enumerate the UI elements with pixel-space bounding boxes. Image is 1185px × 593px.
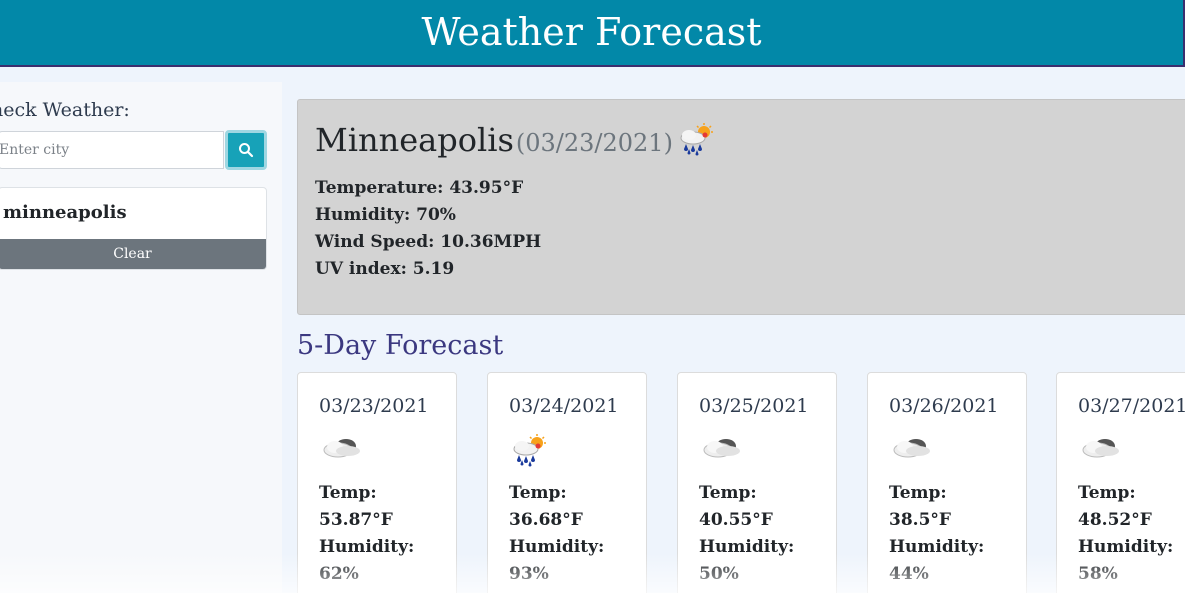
rain-sun-icon <box>677 122 717 160</box>
current-date: (03/23/2021) <box>515 129 673 157</box>
cloud-icon <box>700 433 744 467</box>
forecast-date: 03/24/2021 <box>509 395 619 417</box>
forecast-title: 5-Day Forecast <box>297 330 504 361</box>
current-weather-panel: Minneapolis (03/23/2021) Temperature: 43… <box>297 99 1185 315</box>
forecast-card: 03/24/2021 Temp: 36.68°F Humidity: 93% <box>487 372 647 593</box>
forecast-date: 03/25/2021 <box>699 395 809 417</box>
forecast-temp-label: Temp: <box>509 483 567 503</box>
forecast-humidity: 50% <box>699 564 739 584</box>
city-name: Minneapolis <box>315 121 514 159</box>
current-temperature: Temperature: 43.95°F <box>315 178 524 198</box>
current-uv-index: UV index: 5.19 <box>315 259 455 279</box>
forecast-temp: 48.52°F <box>1078 510 1152 530</box>
forecast-temp-label: Temp: <box>319 483 377 503</box>
forecast-temp: 38.5°F <box>889 510 951 530</box>
forecast-temp-label: Temp: <box>889 483 947 503</box>
forecast-humidity: 62% <box>319 564 359 584</box>
forecast-card: 03/26/2021 Temp: 38.5°F Humidity: 44% <box>867 372 1027 593</box>
clear-button[interactable]: Clear <box>0 239 266 269</box>
cloud-icon <box>890 433 934 467</box>
forecast-temp-label: Temp: <box>1078 483 1136 503</box>
forecast-humidity: 93% <box>509 564 549 584</box>
forecast-card: 03/27/2021 Temp: 48.52°F Humidity: 58% <box>1056 372 1185 593</box>
forecast-humidity-label: Humidity: <box>699 537 795 557</box>
forecast-temp: 53.87°F <box>319 510 393 530</box>
cloud-icon <box>320 433 364 467</box>
forecast-card: 03/25/2021 Temp: 40.55°F Humidity: 50% <box>677 372 837 593</box>
search-button[interactable] <box>225 130 267 170</box>
forecast-humidity: 58% <box>1078 564 1118 584</box>
forecast-date: 03/23/2021 <box>319 395 429 417</box>
forecast-humidity-label: Humidity: <box>1078 537 1174 557</box>
search-history: minneapolis Clear <box>0 187 267 270</box>
app-header: Weather Forecast <box>0 0 1185 67</box>
current-wind-speed: Wind Speed: 10.36MPH <box>315 232 542 252</box>
forecast-date: 03/27/2021 <box>1078 395 1185 417</box>
current-humidity: Humidity: 70% <box>315 205 456 225</box>
history-item[interactable]: minneapolis <box>3 202 127 223</box>
forecast-humidity-label: Humidity: <box>889 537 985 557</box>
page-title: Weather Forecast <box>421 9 762 54</box>
forecast-temp: 36.68°F <box>509 510 583 530</box>
forecast-temp-label: Temp: <box>699 483 757 503</box>
forecast-temp: 40.55°F <box>699 510 773 530</box>
rain-sun-icon <box>510 433 550 471</box>
forecast-date: 03/26/2021 <box>889 395 999 417</box>
cloud-icon <box>1079 433 1123 467</box>
forecast-card: 03/23/2021 Temp: 53.87°F Humidity: 62% <box>297 372 457 593</box>
forecast-humidity-label: Humidity: <box>509 537 605 557</box>
forecast-humidity-label: Humidity: <box>319 537 415 557</box>
forecast-humidity: 44% <box>889 564 929 584</box>
search-icon <box>239 143 254 158</box>
search-label: heck Weather: <box>0 99 130 121</box>
current-city-line: Minneapolis (03/23/2021) <box>315 120 717 160</box>
city-search-input[interactable] <box>0 131 224 169</box>
